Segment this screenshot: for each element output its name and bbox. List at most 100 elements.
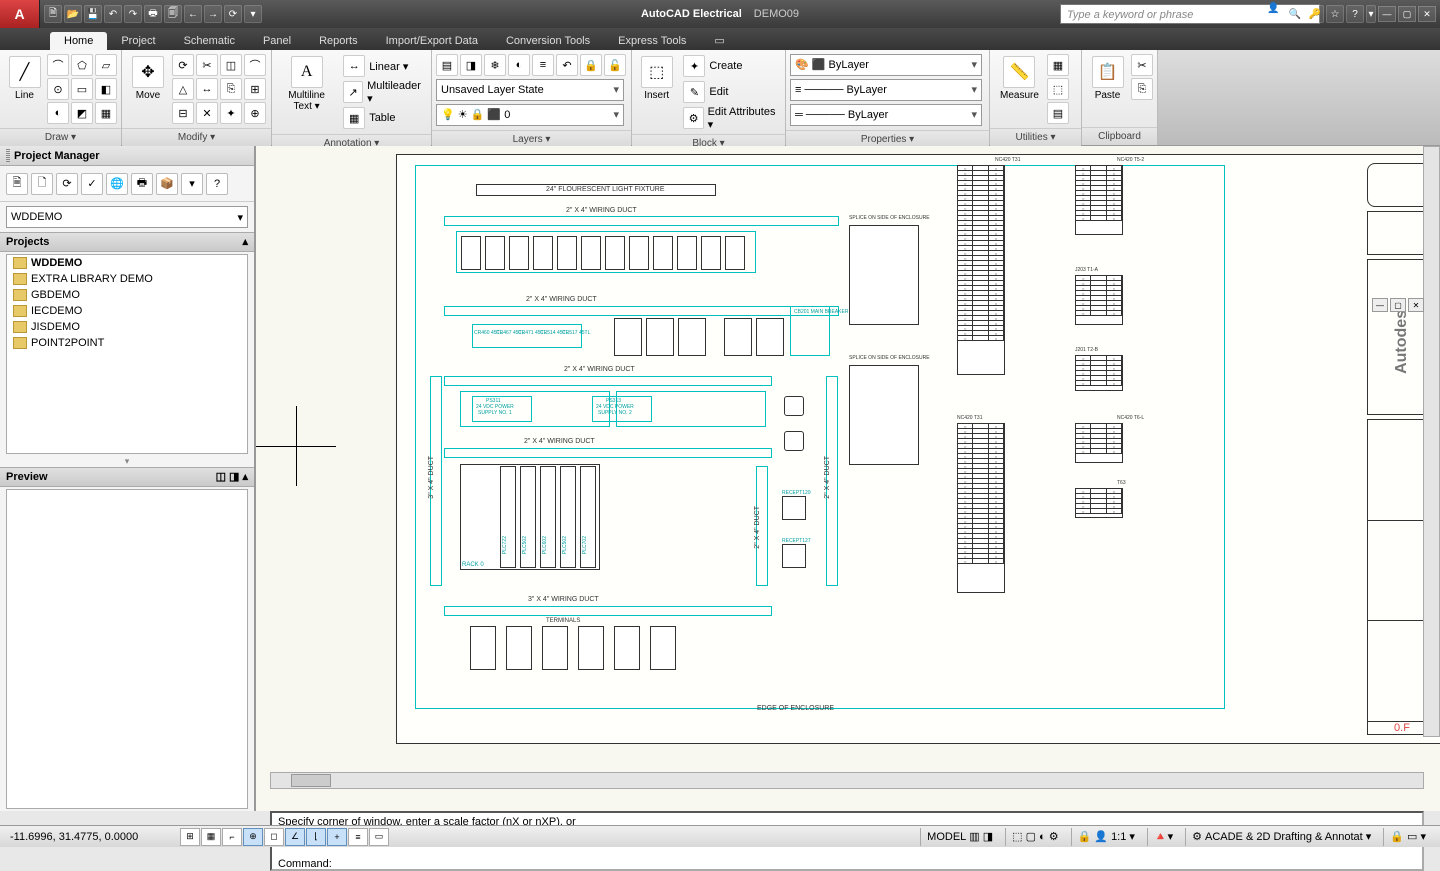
key-icon[interactable]: 🔑 [1306,5,1324,23]
close-button[interactable]: ✕ [1418,6,1436,22]
util-1-icon[interactable]: ▦ [1047,54,1069,76]
vertical-scrollbar[interactable] [1423,146,1440,737]
pm-new-icon[interactable]: 🗎 [6,173,28,195]
color-combo[interactable]: 🎨 ⬛ ByLayer [790,54,982,76]
polygon-icon[interactable]: ⬠ [71,54,93,76]
project-item[interactable]: POINT2POINT [7,335,247,351]
app-logo[interactable]: A [0,0,40,28]
maximize-button[interactable]: ▢ [1398,6,1416,22]
otrack-toggle[interactable]: ∠ [285,828,305,846]
layer-state-combo[interactable]: Unsaved Layer State [436,79,624,101]
tab-overflow-icon[interactable]: ▭ [700,31,738,50]
tab-panel[interactable]: Panel [249,32,305,50]
dyn-toggle[interactable]: + [327,828,347,846]
grid-toggle[interactable]: ▦ [201,828,221,846]
tab-conversion[interactable]: Conversion Tools [492,32,604,50]
help-dropdown-icon[interactable]: ▾ [1366,5,1376,23]
ortho-toggle[interactable]: ⌐ [222,828,242,846]
hatch-icon[interactable]: ◧ [95,78,117,100]
layer-prev-icon[interactable]: ↶ [556,54,578,76]
ducs-toggle[interactable]: ⌊ [306,828,326,846]
workspace-combo[interactable]: ⚙ACADE & 2D Drafting & Annotat▾ [1185,828,1377,846]
layer-freeze-icon[interactable]: ❄ [484,54,506,76]
pm-task-icon[interactable]: ✓ [81,173,103,195]
doc-close-button[interactable]: ✕ [1408,298,1424,312]
osnap-toggle[interactable]: ◻ [264,828,284,846]
lwt-toggle[interactable]: ≡ [348,828,368,846]
tab-home[interactable]: Home [50,32,107,50]
tab-express[interactable]: Express Tools [604,32,700,50]
pm-preview-header[interactable]: Preview◫ ◨ ▴ [0,467,254,487]
project-item[interactable]: IECDEMO [7,303,247,319]
qat-batch-icon[interactable]: 🗐 [164,5,182,23]
layer-lock-icon[interactable]: 🔒 [580,54,602,76]
pm-zip-icon[interactable]: 📦 [156,173,178,195]
mtext-button[interactable]: AMultiline Text ▾ [276,54,337,114]
pm-dropdown-icon[interactable]: ▾ [181,173,203,195]
ellipse-icon[interactable]: ◐ [47,102,69,124]
linear-dim-button[interactable]: ↔Linear ▾ [339,54,427,78]
fillet-icon[interactable]: ⌒ [244,54,266,76]
favorite-icon[interactable]: ☆ [1326,5,1344,23]
drawing-canvas[interactable]: — ▢ ✕ 24" FLOURESCENT LIGHT FIXTURE 2" X… [256,146,1440,811]
explode-icon[interactable]: ✦ [220,102,242,124]
tab-reports[interactable]: Reports [305,32,372,50]
panel-label[interactable]: Modify ▾ [122,128,271,146]
multileader-button[interactable]: ↗Multileader ▾ [339,80,427,104]
help-icon[interactable]: ? [1346,5,1364,23]
util-2-icon[interactable]: ⬚ [1047,78,1069,100]
tab-project[interactable]: Project [107,32,169,50]
layer-match-icon[interactable]: ≡ [532,54,554,76]
pm-new-dwg-icon[interactable]: 🗋 [31,173,53,195]
qp-toggle[interactable]: ▭ [369,828,389,846]
insert-button[interactable]: ⬚Insert [636,54,677,103]
measure-button[interactable]: 📏Measure [994,54,1045,103]
qat-undo-icon[interactable]: ↶ [104,5,122,23]
edit-attr-button[interactable]: ⚙Edit Attributes ▾ [679,106,781,130]
erase-icon[interactable]: ✕ [196,102,218,124]
qat-save-icon[interactable]: 💾 [84,5,102,23]
tab-import-export[interactable]: Import/Export Data [372,32,492,50]
create-block-button[interactable]: ✦Create [679,54,781,78]
pm-projects-header[interactable]: Projects▴ [0,232,254,252]
move-button[interactable]: ✥Move [126,54,170,103]
rotate-icon[interactable]: ⟳ [172,54,194,76]
trim-icon[interactable]: ✂ [196,54,218,76]
paste-button[interactable]: 📋Paste [1086,54,1129,103]
panel-label[interactable]: Utilities ▾ [990,128,1081,146]
model-toggle[interactable]: MODEL ▥ ◨ [920,828,999,846]
qat-redo-icon[interactable]: ↷ [124,5,142,23]
infocenter-icon[interactable]: 👤▾ [1266,5,1284,23]
scale-icon[interactable]: △ [172,78,194,100]
edit-block-button[interactable]: ✎Edit [679,80,781,104]
polar-toggle[interactable]: ⊕ [243,828,263,846]
layer-iso-icon[interactable]: ◨ [460,54,482,76]
linetype-combo[interactable]: ═ ───── ByLayer [790,104,982,126]
stretch-icon[interactable]: ↔ [196,78,218,100]
snap-toggle[interactable]: ⊞ [180,828,200,846]
arc-icon[interactable]: ⌒ [47,54,69,76]
shape-icon[interactable]: ▱ [95,54,117,76]
anno-scale[interactable]: 🔒 👤 1:1▾ [1071,828,1141,846]
doc-minimize-button[interactable]: — [1372,298,1388,312]
project-item[interactable]: WDDEMO [7,255,247,271]
lineweight-combo[interactable]: ≡ ───── ByLayer [790,79,982,101]
qat-more-icon[interactable]: ▾ [244,5,262,23]
util-3-icon[interactable]: ▤ [1047,102,1069,124]
qat-new-icon[interactable]: 🗎 [44,5,62,23]
qat-prev-icon[interactable]: ← [184,5,202,23]
project-item[interactable]: EXTRA LIBRARY DEMO [7,271,247,287]
panel-label[interactable]: Draw ▾ [0,128,121,146]
pm-plot-icon[interactable]: 🖶 [131,173,153,195]
offset-icon[interactable]: ⊟ [172,102,194,124]
copy-clip-icon[interactable]: ⎘ [1131,78,1153,100]
status-icons[interactable]: ⬚ ▢ ◐ ⚙ [1005,828,1064,846]
pm-refresh-icon[interactable]: ⟳ [56,173,78,195]
copy-icon[interactable]: ⎘ [220,78,242,100]
pm-publish-icon[interactable]: 🌐 [106,173,128,195]
layer-combo[interactable]: 💡 ☀ 🔒 ⬛ 0 [436,104,624,126]
horizontal-scrollbar[interactable] [270,772,1424,789]
qat-print-icon[interactable]: 🖶 [144,5,162,23]
layer-off-icon[interactable]: ◐ [508,54,530,76]
region-icon[interactable]: ◩ [71,102,93,124]
